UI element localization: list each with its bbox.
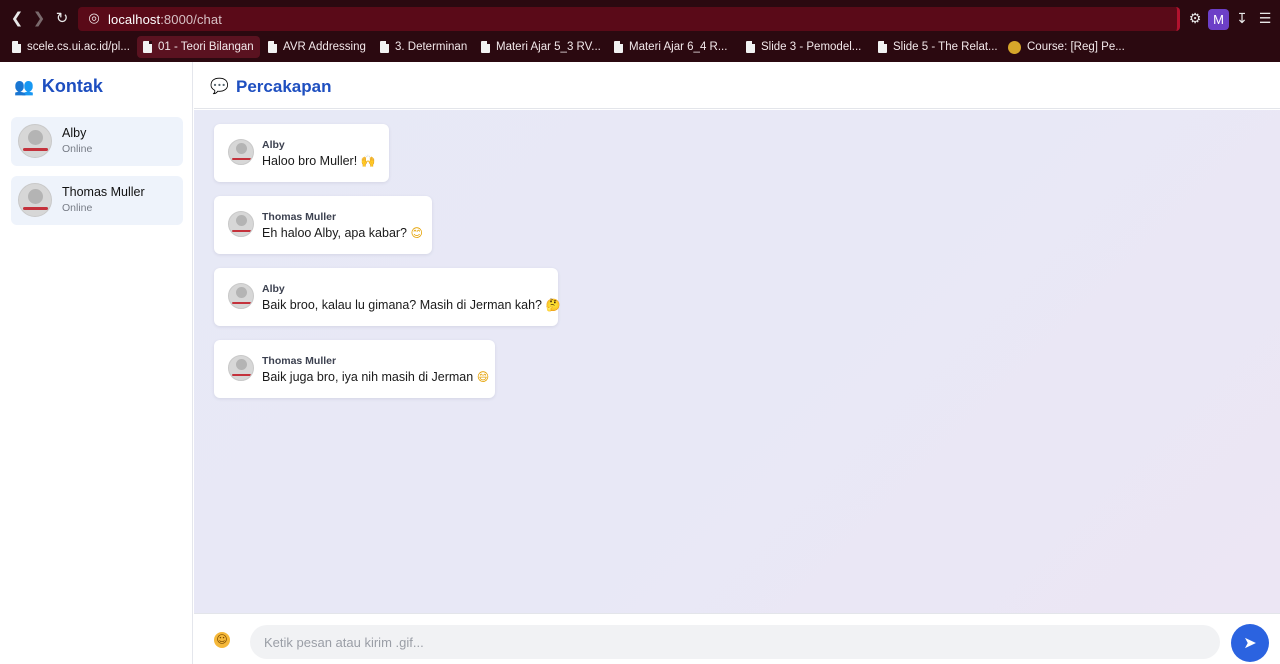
contact-status: Online <box>62 202 93 214</box>
grinning-face-emoji: 😄 <box>476 370 490 384</box>
url-path: :8000/chat <box>160 12 222 27</box>
contact-item-thomas-muller[interactable]: Thomas Muller Online <box>11 176 183 225</box>
conversation-panel: 💬 Percakapan Alby Haloo bro Muller! 🙌 Th… <box>194 62 1280 664</box>
message-bubble: Thomas Muller Baik juga bro, iya nih mas… <box>214 340 495 398</box>
smiling-face-emoji: 😊 <box>410 226 424 240</box>
download-icon[interactable]: ↧ <box>1233 10 1251 28</box>
bookmark-item[interactable]: Slide 5 - The Relat... <box>872 36 1004 58</box>
bookmark-label: AVR Addressing <box>283 41 366 53</box>
bookmark-label: 3. Determinan <box>395 41 468 53</box>
extensions-icon[interactable]: ⚙ <box>1186 10 1204 28</box>
message-text: Baik juga bro, iya nih masih di Jerman 😄 <box>262 370 489 384</box>
message-input[interactable] <box>250 625 1220 659</box>
conversation-title: Percakapan <box>236 77 332 96</box>
bookmark-item[interactable]: Materi Ajar 6_4 R... <box>608 36 733 58</box>
globe-icon: ◎ <box>88 11 100 26</box>
menu-icon[interactable]: ☰ <box>1256 10 1274 28</box>
message-text: Haloo bro Muller! 🙌 <box>262 154 376 168</box>
message-sender: Thomas Muller <box>262 355 337 367</box>
message-bubble: Alby Baik broo, kalau lu gimana? Masih d… <box>214 268 560 326</box>
forward-icon[interactable]: ❯ <box>30 9 48 27</box>
url-text: localhost:8000/chat <box>108 12 222 27</box>
bookmark-item[interactable]: Course: [Reg] Pe... <box>1002 36 1131 58</box>
bookmark-item[interactable]: Slide 3 - Pemodel... <box>740 36 867 58</box>
contact-name: Thomas Muller <box>62 185 145 199</box>
contacts-sidebar: 👥 Kontak Alby Online Thomas Muller Onlin… <box>0 62 193 664</box>
message-body: Haloo bro Muller! <box>262 154 358 168</box>
emoji-picker-icon[interactable]: ☺ <box>214 632 230 648</box>
bookmarks-bar: scele.cs.ui.ac.id/pl... 01 - Teori Bilan… <box>0 36 1280 62</box>
document-icon <box>143 41 152 53</box>
avatar <box>228 211 254 237</box>
document-icon <box>746 41 755 53</box>
chat-bubble-icon: 💬 <box>210 77 229 95</box>
bookmark-label: Slide 3 - Pemodel... <box>761 41 862 53</box>
bookmark-label: 01 - Teori Bilangan <box>158 41 254 53</box>
bookmark-label: Materi Ajar 6_4 R... <box>629 41 728 53</box>
send-button[interactable]: ➤ <box>1231 624 1269 662</box>
message-bubble: Alby Haloo bro Muller! 🙌 <box>214 124 389 182</box>
reload-icon[interactable]: ↻ <box>53 9 71 27</box>
conversation-header: 💬 Percakapan <box>194 62 1280 109</box>
bookmark-item[interactable]: scele.cs.ui.ac.id/pl... <box>6 36 136 58</box>
contact-item-alby[interactable]: Alby Online <box>11 117 183 166</box>
message-text: Baik broo, kalau lu gimana? Masih di Jer… <box>262 298 560 312</box>
bookmark-item[interactable]: Materi Ajar 5_3 RV... <box>475 36 607 58</box>
avatar <box>18 124 52 158</box>
bookmark-item[interactable]: 3. Determinan <box>374 36 473 58</box>
message-text: Eh haloo Alby, apa kabar? 😊 <box>262 226 423 240</box>
message-sender: Thomas Muller <box>262 211 337 223</box>
message-body: Baik broo, kalau lu gimana? Masih di Jer… <box>262 298 543 312</box>
browser-chrome: ❮ ❯ ↻ ◎ localhost:8000/chat ⚙ M ↧ ☰ scel… <box>0 0 1280 62</box>
users-icon: 👥 <box>14 77 34 96</box>
raising-hands-emoji: 🙌 <box>360 154 376 168</box>
bookmark-item[interactable]: AVR Addressing <box>262 36 372 58</box>
avatar <box>228 139 254 165</box>
bookmark-item[interactable]: 01 - Teori Bilangan <box>137 36 260 58</box>
back-icon[interactable]: ❮ <box>8 9 26 27</box>
document-icon <box>614 41 623 53</box>
message-sender: Alby <box>262 283 285 295</box>
message-list: Alby Haloo bro Muller! 🙌 Thomas Muller E… <box>194 110 1280 613</box>
document-icon <box>380 41 389 53</box>
browser-toolbar: ❮ ❯ ↻ ◎ localhost:8000/chat ⚙ M ↧ ☰ <box>0 0 1280 36</box>
profile-avatar[interactable]: M <box>1208 9 1229 30</box>
document-icon <box>268 41 277 53</box>
message-body: Eh haloo Alby, apa kabar? <box>262 226 408 240</box>
contact-status: Online <box>62 143 93 155</box>
avatar <box>228 355 254 381</box>
bookmark-label: Materi Ajar 5_3 RV... <box>496 41 601 53</box>
bookmark-label: Course: [Reg] Pe... <box>1027 41 1125 53</box>
url-host: localhost <box>108 12 161 27</box>
document-icon <box>878 41 887 53</box>
bookmark-label: Slide 5 - The Relat... <box>893 41 998 53</box>
document-icon <box>481 41 490 53</box>
contact-name: Alby <box>62 126 87 140</box>
avatar <box>18 183 52 217</box>
message-composer: ☺ ➤ <box>194 613 1280 664</box>
sidebar-title: Kontak <box>41 76 103 96</box>
document-icon <box>12 41 21 53</box>
message-bubble: Thomas Muller Eh haloo Alby, apa kabar? … <box>214 196 432 254</box>
send-icon: ➤ <box>1243 633 1257 652</box>
avatar <box>228 283 254 309</box>
address-bar[interactable]: ◎ localhost:8000/chat <box>78 7 1180 31</box>
sidebar-header: 👥 Kontak <box>14 76 103 97</box>
course-icon <box>1008 40 1021 54</box>
message-sender: Alby <box>262 139 285 151</box>
thinking-face-emoji: 🤔 <box>545 298 561 312</box>
chat-app: 👥 Kontak Alby Online Thomas Muller Onlin… <box>0 62 1280 664</box>
bookmark-label: scele.cs.ui.ac.id/pl... <box>27 41 130 53</box>
message-body: Baik juga bro, iya nih masih di Jerman <box>262 370 474 384</box>
